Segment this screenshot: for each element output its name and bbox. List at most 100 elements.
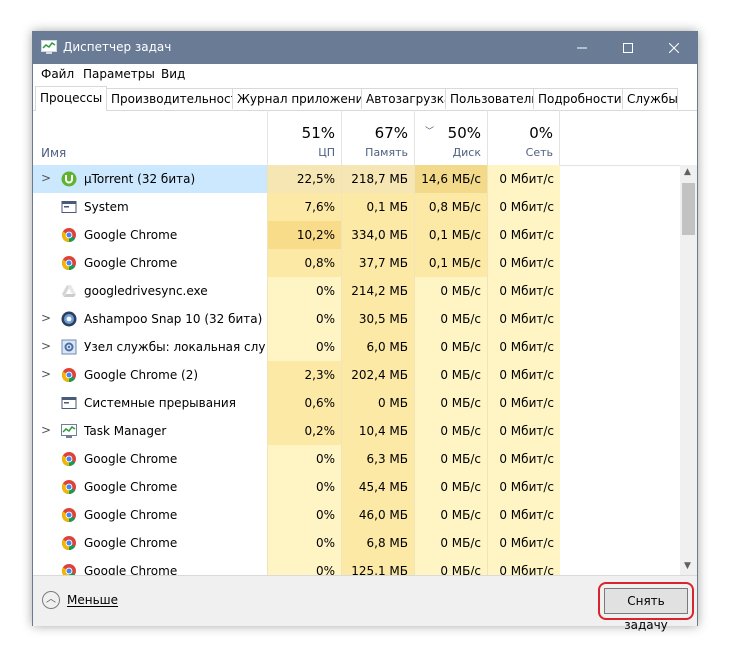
process-row[interactable]: Системные прерывания 0,6% 0 МБ 0 МБ/с 0 Мбит… [33, 389, 680, 417]
menu-options[interactable]: Параметры [83, 67, 155, 81]
memory-cell-value: 0,1 МБ [366, 200, 408, 214]
tab-services[interactable]: Службы [622, 88, 678, 109]
memory-cell-value: 6,3 МБ [366, 452, 408, 466]
process-row[interactable]: > µTorrent (32 бита) 22,5% 218,7 МБ 14,6 МБ/… [33, 165, 680, 193]
column-cpu-header[interactable]: 51% ЦП [267, 110, 341, 165]
tab-performance[interactable]: Производительность [106, 88, 245, 109]
process-row[interactable]: googledrivesync.exe 0% 214,2 МБ 0 МБ/с 0 Мби… [33, 277, 680, 305]
tab-startup[interactable]: Автозагрузка [361, 88, 451, 109]
cpu-cell: 0% [267, 529, 341, 557]
expand-chevron-icon[interactable]: > [41, 367, 51, 381]
cpu-cell: 0% [267, 501, 341, 529]
chrome-icon [62, 536, 76, 550]
process-row[interactable]: Google Chrome 0% 45,4 МБ 0 МБ/с 0 Мбит/с [33, 473, 680, 501]
title-bar[interactable]: Диспетчер задач [33, 32, 697, 64]
cpu-cell: 0% [267, 277, 341, 305]
network-cell-value: 0 Мбит/с [499, 368, 554, 382]
process-row[interactable]: > Ashampoo Snap 10 (32 бита) 0% 30,5 МБ 0 МБ… [33, 305, 680, 333]
chrome-icon [62, 480, 76, 494]
cpu-label: ЦП [318, 146, 335, 159]
end-task-button[interactable]: Снять задачу [604, 588, 688, 632]
disk-cell-value: 0 МБ/с [440, 396, 481, 410]
menu-file[interactable]: Файл [41, 67, 74, 81]
minimize-button[interactable] [559, 32, 605, 64]
disk-cell-value: 0 МБ/с [440, 284, 481, 298]
memory-cell-value: 0 МБ [377, 396, 408, 410]
process-row[interactable]: Google Chrome 0,8% 37,7 МБ 0,1 МБ/с 0 Мбит/с [33, 249, 680, 277]
tab-processes[interactable]: Процессы [35, 86, 107, 111]
disk-cell-value: 0 МБ/с [440, 368, 481, 382]
tab-app-history[interactable]: Журнал приложений [232, 88, 371, 109]
menu-view[interactable]: Вид [161, 67, 185, 81]
disk-cell-value: 0 МБ/с [440, 508, 481, 522]
memory-cell: 10,4 МБ [341, 417, 414, 445]
scrollbar-thumb[interactable] [682, 183, 695, 235]
process-row[interactable]: Google Chrome 0% 6,3 МБ 0 МБ/с 0 Мбит/с [33, 445, 680, 473]
tab-users[interactable]: Пользователи [445, 88, 539, 109]
process-row[interactable]: Google Chrome 0% 46,0 МБ 0 МБ/с 0 Мбит/с [33, 501, 680, 529]
tab-details[interactable]: Подробности [533, 88, 623, 109]
fewer-details-link[interactable]: Меньше [67, 593, 118, 607]
memory-cell: 46,0 МБ [341, 501, 414, 529]
cpu-cell-value: 0% [315, 312, 335, 326]
process-row[interactable]: > Task Manager 0,2% 10,4 МБ 0 МБ/с 0 Мбит/с [33, 417, 680, 445]
network-cell: 0 Мбит/с [487, 417, 560, 445]
process-name: Google Chrome (2) [84, 368, 199, 382]
process-name: Google Chrome [84, 564, 178, 575]
disk-total: 50% [447, 124, 481, 142]
process-name: Google Chrome [84, 256, 178, 270]
network-total: 0% [529, 124, 553, 142]
close-button[interactable] [651, 32, 697, 64]
disk-cell: 0 МБ/с [414, 557, 487, 575]
process-row[interactable]: System 7,6% 0,1 МБ 0,8 МБ/с 0 Мбит/с [33, 193, 680, 221]
column-memory-header[interactable]: 67% Память [341, 110, 414, 165]
collapse-circle-icon[interactable]: ︿ [42, 591, 60, 609]
process-name: Ashampoo Snap 10 (32 бита) [84, 312, 263, 326]
disk-cell-value: 0,1 МБ/с [428, 256, 481, 270]
maximize-button[interactable] [605, 32, 651, 64]
process-row[interactable]: Google Chrome 0% 125,1 МБ 0 МБ/с 0 Мбит/с [33, 557, 680, 575]
process-row[interactable]: > Google Chrome (2) 2,3% 202,4 МБ 0 МБ/с 0 Мб… [33, 361, 680, 389]
network-cell-value: 0 Мбит/с [499, 508, 554, 522]
memory-total: 67% [374, 124, 408, 142]
network-cell: 0 Мбит/с [487, 529, 560, 557]
disk-cell: 0 МБ/с [414, 361, 487, 389]
cpu-cell-value: 22,5% [296, 172, 335, 186]
ashampoo-snap-icon [61, 311, 77, 327]
expand-chevron-icon[interactable]: > [41, 339, 51, 353]
expand-chevron-icon[interactable]: > [41, 171, 51, 185]
memory-cell: 6,0 МБ [341, 333, 414, 361]
disk-cell: 0,1 МБ/с [414, 249, 487, 277]
memory-cell: 0,1 МБ [341, 193, 414, 221]
memory-cell-value: 45,4 МБ [358, 480, 408, 494]
cpu-cell-value: 0% [315, 564, 335, 575]
process-name-cell: > Task Manager [33, 417, 267, 445]
scroll-down-icon[interactable]: ▼ [684, 561, 691, 571]
disk-cell-value: 0 МБ/с [440, 452, 481, 466]
task-manager-app-icon [41, 40, 57, 54]
chrome-icon [62, 564, 76, 575]
expand-chevron-icon[interactable]: > [41, 423, 51, 437]
cpu-cell: 0% [267, 333, 341, 361]
memory-cell: 125,1 МБ [341, 557, 414, 575]
process-row[interactable]: Google Chrome 10,2% 334,0 МБ 0,1 МБ/с 0 Мбит… [33, 221, 680, 249]
minimize-icon [577, 47, 587, 49]
process-row[interactable]: Google Chrome 0% 6,8 МБ 0 МБ/с 0 Мбит/с [33, 529, 680, 557]
network-cell: 0 Мбит/с [487, 221, 560, 249]
network-cell-value: 0 Мбит/с [499, 340, 554, 354]
memory-cell: 37,7 МБ [341, 249, 414, 277]
column-network-header[interactable]: 0% Сеть [487, 110, 560, 165]
scroll-up-icon[interactable]: ▲ [684, 167, 691, 177]
disk-cell-value: 0,8 МБ/с [428, 200, 481, 214]
column-name-header[interactable]: Имя [41, 146, 66, 160]
process-name-cell: Google Chrome [33, 529, 267, 557]
network-cell: 0 Мбит/с [487, 249, 560, 277]
column-disk-header[interactable]: ﹀ 50% Диск [414, 110, 487, 165]
process-row[interactable]: > Узел службы: локальная служ... 0% 6,0 МБ 0… [33, 333, 680, 361]
vertical-scrollbar[interactable]: ▲ ▼ [680, 165, 697, 575]
memory-cell: 202,4 МБ [341, 361, 414, 389]
process-name-cell: Google Chrome [33, 221, 267, 249]
network-cell-value: 0 Мбит/с [499, 564, 554, 575]
expand-chevron-icon[interactable]: > [41, 311, 51, 325]
task-manager-window: Диспетчер задач Файл Параметры Вид Проце… [32, 31, 698, 632]
